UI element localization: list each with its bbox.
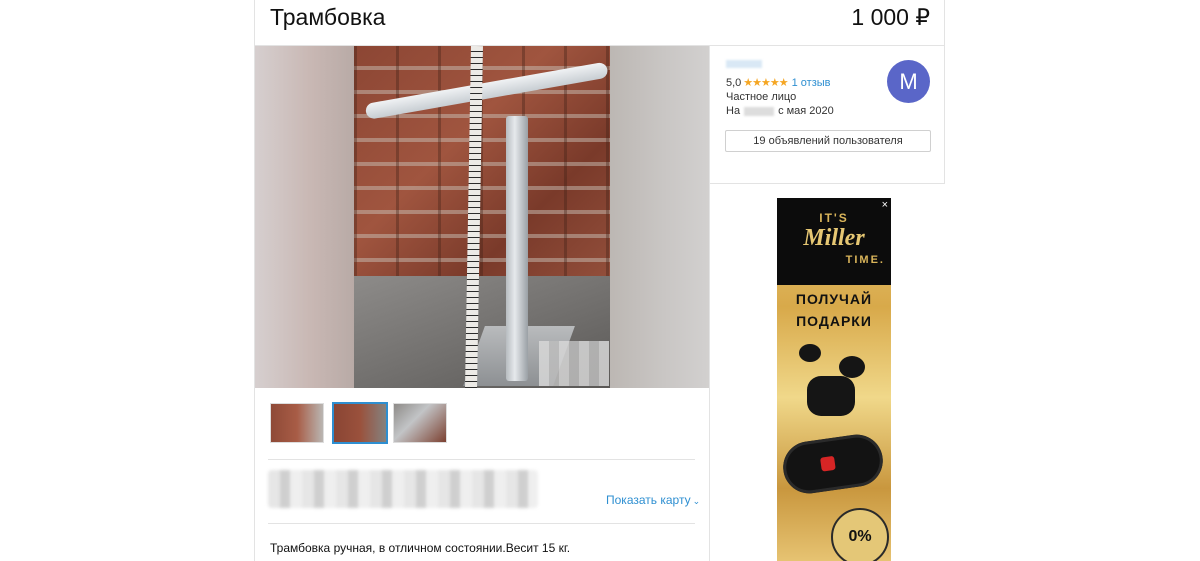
since-blurred: [744, 106, 775, 116]
star-rating-icon: ★★★★★: [743, 77, 788, 89]
ad-headline-1: ПОЛУЧАЙ: [795, 291, 873, 307]
seller-rating: 5,0 ★★★★★ 1 отзыв: [726, 76, 831, 89]
ad-brand-block: IT'S Miller TIME.: [777, 198, 891, 285]
frame-right-border: [944, 0, 945, 184]
thumbnail-3[interactable]: [393, 403, 447, 443]
blurred-patch: [539, 341, 609, 386]
thumbnail-1[interactable]: [270, 403, 324, 443]
show-map-link[interactable]: Показать карту ⌄: [606, 493, 700, 507]
tamper-rod: [506, 116, 528, 381]
listing-description: Трамбовка ручная, в отличном состоянии.В…: [270, 541, 571, 555]
rating-value: 5,0: [726, 77, 742, 89]
earbud-left: [799, 344, 821, 362]
reviews-link[interactable]: 1 отзыв: [792, 77, 831, 89]
speaker-image: [779, 431, 887, 497]
main-photo[interactable]: [255, 46, 709, 388]
earbuds-image: [799, 338, 869, 418]
since-suffix: с мая 2020: [778, 105, 834, 117]
speaker-logo-icon: [820, 455, 836, 472]
seller-name-blurred[interactable]: [726, 60, 762, 68]
thumbnail-2[interactable]: [332, 402, 388, 444]
ad-brand-top: IT'S: [819, 211, 849, 225]
seller-card-bottom-border: [710, 183, 945, 184]
seller-type: Частное лицо: [726, 91, 797, 103]
avatar[interactable]: M: [887, 60, 930, 103]
show-map-label: Показать карту: [606, 493, 691, 507]
earbud-case: [807, 376, 855, 416]
address-blurred: [268, 470, 538, 508]
section-divider: [268, 523, 695, 524]
section-divider: [268, 459, 695, 460]
ad-zero-badge: 0%: [831, 508, 889, 561]
seller-since: На с мая 2020: [726, 105, 834, 117]
chevron-down-icon: ⌄: [692, 496, 701, 506]
listing-price: 1 000 ₽: [851, 4, 930, 30]
earbud-right: [839, 356, 865, 378]
photo-image: [354, 46, 610, 388]
ad-brand-name: Miller: [803, 225, 865, 251]
close-icon[interactable]: ×: [882, 199, 888, 211]
column-divider: [709, 46, 710, 561]
ad-headline-2: ПОДАРКИ: [796, 313, 872, 329]
listing-title: Трамбовка: [270, 4, 386, 30]
ad-brand-bottom: TIME.: [845, 254, 885, 266]
since-prefix: На: [726, 105, 741, 117]
ad-banner[interactable]: IT'S Miller TIME. × ПОЛУЧАЙ ПОДАРКИ 0%: [777, 198, 891, 561]
seller-ads-button[interactable]: 19 объявлений пользователя: [725, 130, 931, 152]
